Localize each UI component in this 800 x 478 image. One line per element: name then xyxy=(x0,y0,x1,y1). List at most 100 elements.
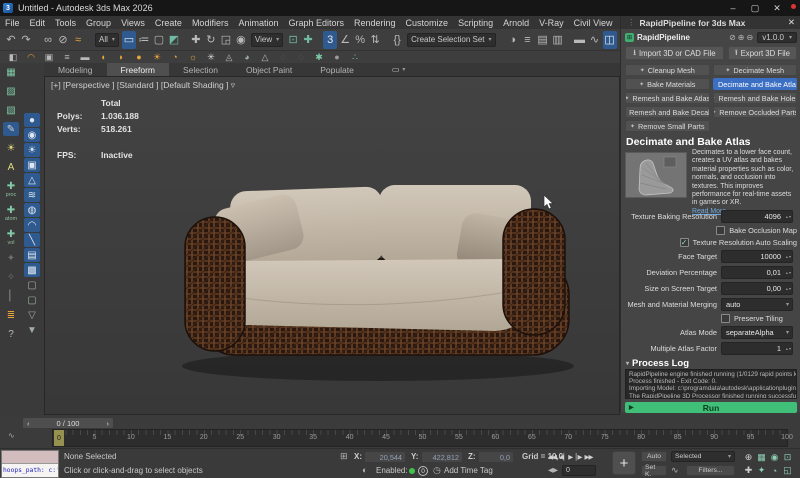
curve-icon[interactable]: ◠ xyxy=(24,218,40,232)
spinner-arrows-icon[interactable]: ▴ ▾ xyxy=(786,251,791,262)
auto-key-button[interactable]: Auto xyxy=(641,451,667,462)
menu-graph-editors[interactable]: Graph Editors xyxy=(283,18,349,28)
container-explorer-icon[interactable]: ▧ xyxy=(3,103,19,117)
orbit-icon[interactable]: ◔ xyxy=(768,464,781,477)
menu-views[interactable]: Views xyxy=(116,18,150,28)
named-selection-sets-icon[interactable]: {} xyxy=(390,31,404,49)
time-slider[interactable]: ‹ 0 / 100 › xyxy=(22,417,114,429)
menu-modifiers[interactable]: Modifiers xyxy=(187,18,234,28)
tab-freeform[interactable]: Freeform xyxy=(107,63,169,76)
dome-icon[interactable]: ◗ xyxy=(114,52,128,63)
ribbon-toggle-icon[interactable]: ▬ xyxy=(573,31,587,49)
selection-filter-dropdown[interactable]: All▾ xyxy=(95,33,119,47)
pyramid-icon[interactable]: △ xyxy=(258,52,272,63)
ghost2-icon[interactable]: ◌ xyxy=(294,52,308,63)
snaps-toggle-icon[interactable]: 3 xyxy=(323,31,337,49)
zoom-icon[interactable]: ⊕ xyxy=(742,451,755,464)
divider-icon[interactable]: ⎢ xyxy=(3,289,19,303)
multiple-atlas-factor-field[interactable]: 1▴ ▾ xyxy=(721,342,793,355)
spinner-arrows-icon[interactable]: ▴ ▾ xyxy=(786,211,791,222)
play-button[interactable]: ▶ xyxy=(568,453,572,461)
zoom-region-icon[interactable]: ⊡ xyxy=(781,451,794,464)
add-time-tag[interactable]: Add Time Tag xyxy=(444,466,493,475)
action-bake-materials[interactable]: ✦Bake Materials xyxy=(625,78,710,90)
maxscript-mini-listener[interactable]: hoops_path: c:' xyxy=(1,450,59,478)
disconnect-icon[interactable]: ⊘ xyxy=(728,33,737,42)
face-mode-icon[interactable]: ▣ xyxy=(24,158,40,172)
key-filters-button[interactable]: Filters... xyxy=(686,465,735,476)
menu-group[interactable]: Group xyxy=(81,18,116,28)
pie-icon[interactable]: ◕ xyxy=(240,52,254,63)
star-tool-icon[interactable]: ✦ xyxy=(3,251,19,265)
camera-icon[interactable]: ▣ xyxy=(42,52,56,63)
menu-create[interactable]: Create xyxy=(150,18,187,28)
spinner-arrows-icon[interactable]: ▴ ▾ xyxy=(786,267,791,278)
ribbon-mini-toggle[interactable]: ▭▾ xyxy=(392,65,406,74)
use-pivot-icon[interactable]: ⊡ xyxy=(286,31,300,49)
align-icon[interactable]: ≡ xyxy=(521,31,535,49)
unlink-icon[interactable]: ⊘ xyxy=(56,31,70,49)
action-remove-small-parts[interactable]: ✦Remove Small Parts xyxy=(625,120,710,132)
texture-baking-resolution-field[interactable]: 4096▴ ▾ xyxy=(721,210,793,223)
light-a-icon[interactable]: A xyxy=(3,160,19,174)
macro-recorder-pane[interactable] xyxy=(2,451,58,464)
soft-selection-icon[interactable]: ≋ xyxy=(24,188,40,202)
particles-icon[interactable]: ∴ xyxy=(348,52,362,63)
menu-v-ray[interactable]: V-Ray xyxy=(534,18,569,28)
pan-icon[interactable]: ✚ xyxy=(742,464,755,477)
spinner-arrows-icon[interactable]: ▴ ▾ xyxy=(786,283,791,294)
paint-icon[interactable]: ◍ xyxy=(24,203,40,217)
listener-pane[interactable]: hoops_path: c:' xyxy=(2,464,58,477)
light-icon[interactable]: ☀ xyxy=(150,52,164,63)
edge-mode-icon[interactable]: ◉ xyxy=(24,128,40,142)
go-to-start-button[interactable]: ◀◀ xyxy=(548,453,556,461)
schematic-view-icon[interactable]: ◫ xyxy=(603,31,617,49)
list-icon[interactable]: ≡ xyxy=(60,52,74,63)
maximize-viewport-icon[interactable]: ◱ xyxy=(781,464,794,477)
x-coordinate-field[interactable]: 20,544 xyxy=(364,451,406,463)
grid-icon[interactable]: ▤ xyxy=(24,248,40,262)
action-remove-occluded-parts[interactable]: ✦Remove Occluded Parts xyxy=(713,106,798,118)
action-remesh-and-bake-decals[interactable]: ✦Remesh and Bake Decals xyxy=(625,106,710,118)
curve-editor-icon[interactable]: ∿ xyxy=(588,31,602,49)
deviation-percentage-field[interactable]: 0,01▴ ▾ xyxy=(721,266,793,279)
next-frame-arrow[interactable]: › xyxy=(107,419,110,428)
viewport-filter-icon[interactable]: ▿ xyxy=(231,80,235,90)
panel-header[interactable]: ⋮ RapidPipeline for 3ds Max ✕ xyxy=(621,16,800,29)
select-scale-icon[interactable]: ◲ xyxy=(219,31,233,49)
zoom-in-icon[interactable]: ⊕ xyxy=(737,33,746,42)
tab-object-paint[interactable]: Object Paint xyxy=(232,63,306,76)
next-frame-button[interactable]: ⎢▶ xyxy=(575,453,581,461)
redo-icon[interactable]: ↷ xyxy=(19,31,33,49)
star-tool2-icon[interactable]: ✧ xyxy=(3,270,19,284)
arc-icon[interactable]: ◠ xyxy=(24,52,38,63)
bind-spacewarp-icon[interactable]: ≈ xyxy=(71,31,85,49)
select-move-icon[interactable]: ✚ xyxy=(189,31,203,49)
zoom-extents-icon[interactable]: ◉ xyxy=(768,451,781,464)
set-key-button[interactable]: Set K. xyxy=(641,465,667,476)
gray-sphere-icon[interactable]: ● xyxy=(330,52,344,63)
atlas-mode-dropdown[interactable]: separateAlpha▾ xyxy=(721,326,793,339)
track-bar[interactable]: 0 51015202530354045505560657075808590951… xyxy=(52,429,788,447)
y-coordinate-field[interactable]: 422,812 xyxy=(421,451,463,463)
menu-civil-view[interactable]: Civil View xyxy=(569,18,618,28)
fire-effect-icon[interactable]: ✱ xyxy=(312,52,326,63)
menu-tools[interactable]: Tools xyxy=(50,18,81,28)
time-marker[interactable]: 0 xyxy=(54,430,64,446)
action-remesh-and-bake-atlas[interactable]: ✦Remesh and Bake Atlas xyxy=(625,92,710,104)
drag-grip-icon[interactable]: ⋮ xyxy=(627,17,636,28)
sofa-3d-model[interactable] xyxy=(173,159,595,389)
teapot-icon[interactable]: ◖ xyxy=(96,52,110,63)
action-decimate-mesh[interactable]: ✦Decimate Mesh xyxy=(713,64,798,76)
vertex-mode-icon[interactable]: ● xyxy=(24,113,40,127)
crossing-selection-icon[interactable]: ◩ xyxy=(167,31,181,49)
reference-coordinate-dropdown[interactable]: View▾ xyxy=(251,33,283,47)
geosphere-icon[interactable]: ◬ xyxy=(222,52,236,63)
menu-customize[interactable]: Customize xyxy=(401,18,454,28)
select-rotate-icon[interactable]: ↻ xyxy=(204,31,218,49)
maximize-button[interactable]: ▢ xyxy=(744,3,766,14)
version-dropdown[interactable]: v1.0.0▾ xyxy=(757,32,797,43)
mirror-icon[interactable]: ◑ xyxy=(506,31,520,49)
filter2-icon[interactable]: ▼ xyxy=(24,323,40,337)
bake-occlusion-map-checkbox[interactable] xyxy=(716,226,725,235)
